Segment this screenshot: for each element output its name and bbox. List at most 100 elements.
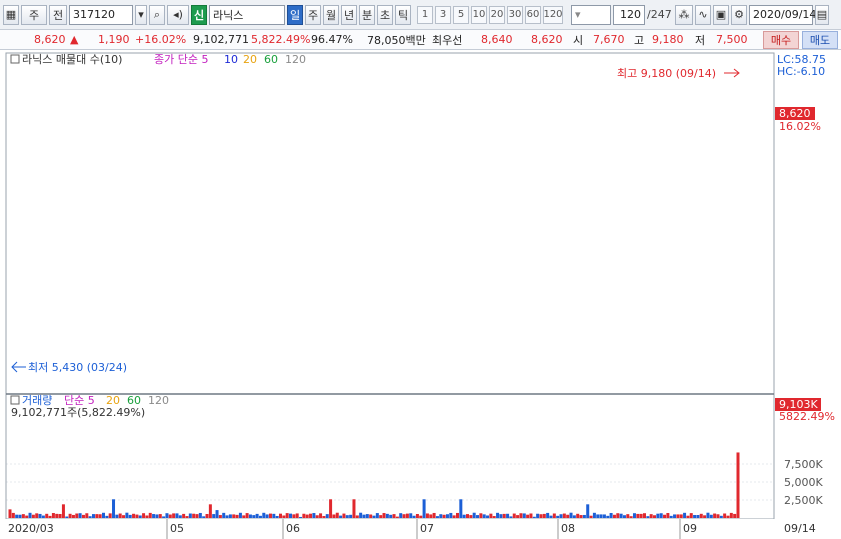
num-3[interactable]: 3 [435,5,451,24]
num-120[interactable]: 120 [543,5,563,24]
volume-bar [355,515,359,518]
date-input[interactable]: 2020/09/14 [749,4,816,25]
volume-bar [175,513,179,518]
x-label-jun: 06 [286,522,300,535]
volume-bar [188,513,192,518]
volume-bar [415,514,419,518]
volume-tick-label: 5,000K [784,476,823,489]
num-5[interactable]: 5 [453,5,469,24]
settings-icon[interactable]: ⚙ [731,4,747,25]
volume-bar [522,513,526,518]
volume-bar [262,512,266,518]
x-axis: 2020/03 05 06 07 08 09 09/14 [0,519,841,539]
grid-icon[interactable]: ▦ [3,4,19,25]
volume-bar [489,513,493,518]
volume-bar [636,513,640,518]
volume-bar [529,513,533,518]
volume-bar [272,513,276,518]
num-60[interactable]: 60 [525,5,541,24]
volume-bar [723,513,727,518]
current-price: 8,620 [34,33,66,46]
sell-button[interactable]: 매도 [802,31,838,49]
volume-bar [185,516,189,518]
volume-bar [278,513,282,518]
sound-icon[interactable]: ◂) [167,4,189,25]
calendar-icon[interactable]: ▤ [815,4,829,25]
code-input[interactable]: 317120 [69,4,133,25]
period-year[interactable]: 년 [341,4,357,25]
period-minute[interactable]: 분 [359,4,375,25]
volume-bar [445,514,449,518]
volume-bar [516,515,520,518]
best-bid: 8,620 [531,33,563,46]
volume-bar [713,513,717,518]
volume-bar [108,513,112,518]
volume-bar [439,514,443,518]
best-ask: 8,640 [481,33,513,46]
volume-bar [479,513,483,518]
save-icon[interactable]: ▣ [713,4,729,25]
volume-bar [282,515,286,518]
stock-chart[interactable]: 3,744,914(22,2%)(8,620,00 ~ 8,325,00)3,0… [0,50,841,539]
volume-bar [582,514,586,518]
volume-bar [11,512,15,518]
volume-bar [51,513,55,518]
x-label-may: 05 [170,522,184,535]
volume-bar [382,513,386,518]
num-30[interactable]: 30 [507,5,523,24]
volume-bar [422,499,426,518]
x-label-last: 09/14 [784,522,816,535]
volume-bar [102,512,106,518]
volume-bar [292,514,296,518]
num-1[interactable]: 1 [417,5,433,24]
pin-icon[interactable]: ⁂ [675,4,693,25]
volume-bar [673,514,677,518]
period-second[interactable]: 초 [377,4,393,25]
volume-bar [245,513,249,518]
num-20[interactable]: 20 [489,5,505,24]
volume-bar [693,514,697,518]
volume-bar [629,516,633,518]
low-note: 최저 5,430 (03/24) [28,361,127,374]
search-icon[interactable]: ⌕ [149,4,165,25]
prev-button[interactable]: 전 [49,4,67,25]
type-select[interactable]: 주 [21,4,47,25]
volume-bar [112,499,116,518]
buy-button[interactable]: 매수 [763,31,799,49]
volume-bar [91,514,95,518]
range-input[interactable]: 120 [613,4,645,25]
volume-bar [365,514,369,518]
volume-bar [552,513,556,518]
volume-bar [733,513,737,518]
toolbar: ▦ 주 전 317120 ▾ ⌕ ◂) 신 라닉스 일 주 월 년 분 초 틱 … [0,0,841,30]
volume-bar [579,515,583,518]
num-10[interactable]: 10 [471,5,487,24]
current-pct-axis-label: 16.02% [779,120,821,133]
volume-bar [392,514,396,518]
volume-bar [172,513,176,518]
dropdown-icon[interactable]: ▾ [135,4,147,25]
volume-bar [238,512,242,518]
volume-bar [145,515,149,518]
stock-name-field[interactable]: 라닉스 [209,4,285,25]
volume-axis: 7,500K 5,000K 2,500K [784,458,823,507]
volume-bar [138,515,142,518]
volume-bar [656,513,660,518]
volume-bar [676,514,680,518]
volume-bar [699,513,703,518]
period-week[interactable]: 주 [305,4,321,25]
volume-bar [395,516,399,518]
trend-icon[interactable]: ∿ [695,4,711,25]
volume-bar [509,516,513,518]
x-label-sep: 09 [683,522,697,535]
volume-bar [48,515,52,518]
custom-period-input[interactable]: ▾ [571,4,611,25]
volume-bar [559,514,563,518]
volume-bar [305,514,309,518]
volume-bar [148,512,152,518]
up-arrow-icon: ▲ [70,33,79,46]
period-tick[interactable]: 틱 [395,4,411,25]
period-month[interactable]: 월 [323,4,339,25]
volume-bar [232,514,236,518]
period-day[interactable]: 일 [287,4,303,25]
